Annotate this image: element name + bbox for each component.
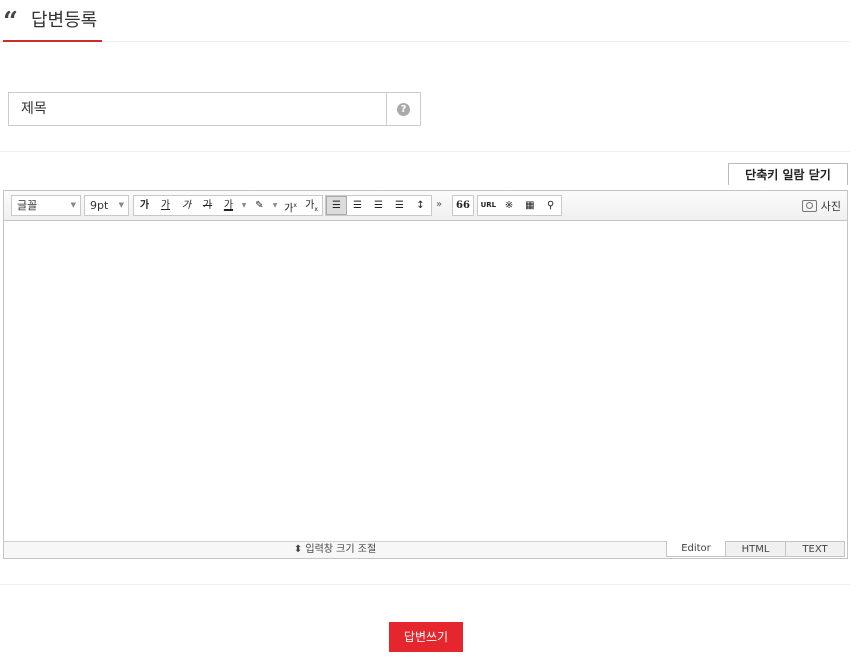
font-family-value: 글꼴 bbox=[17, 199, 38, 212]
resize-icon: ⬍ bbox=[293, 544, 306, 555]
align-justify-icon[interactable]: ☰ bbox=[389, 196, 410, 215]
text-format-group: 가 가 가 가 가 ▼ ✎ ▼ 가x 가x bbox=[133, 195, 323, 216]
subject-field: ? bbox=[8, 92, 421, 126]
editor: 글꼴 ▼ 9pt ▼ 가 가 가 가 가 ▼ ✎ ▼ 가x 가x ☰ ☰ ☰ ☰… bbox=[3, 190, 848, 559]
align-right-icon[interactable]: ☰ bbox=[368, 196, 389, 215]
quote-group: 66 bbox=[452, 195, 474, 216]
title-underline bbox=[3, 40, 102, 42]
tab-text[interactable]: TEXT bbox=[786, 541, 845, 557]
section-divider bbox=[0, 151, 850, 152]
section-divider bbox=[0, 584, 850, 585]
align-left-icon[interactable]: ☰ bbox=[326, 196, 347, 215]
editor-content-area[interactable] bbox=[4, 222, 847, 541]
help-icon[interactable]: ? bbox=[397, 103, 410, 116]
line-height-icon[interactable]: ↕ bbox=[410, 196, 431, 215]
blockquote-button[interactable]: 66 bbox=[453, 196, 473, 215]
chevron-down-icon[interactable]: ▼ bbox=[239, 196, 249, 215]
tab-editor[interactable]: Editor bbox=[666, 541, 726, 557]
photo-label: 사진 bbox=[820, 200, 841, 213]
subscript-button[interactable]: 가x bbox=[301, 196, 322, 215]
font-size-select[interactable]: 9pt ▼ bbox=[84, 195, 129, 216]
quote-icon: “ bbox=[3, 7, 18, 37]
more-button[interactable]: » bbox=[436, 199, 442, 210]
chevron-down-icon: ▼ bbox=[118, 201, 124, 209]
insert-group: URL ※ ▦ ⚲ bbox=[477, 195, 562, 216]
table-icon[interactable]: ▦ bbox=[520, 196, 541, 215]
chevron-down-icon: ▼ bbox=[70, 201, 76, 209]
link-button[interactable]: URL bbox=[478, 196, 499, 215]
photo-button[interactable]: 사진 bbox=[801, 198, 841, 214]
subscript-label: 가 bbox=[305, 200, 315, 211]
camera-icon bbox=[801, 200, 817, 212]
subject-divider bbox=[386, 93, 387, 125]
resize-handle[interactable]: ⬍ 입력창 크기 조절 bbox=[4, 541, 666, 558]
text-color-button[interactable]: 가 bbox=[218, 196, 239, 215]
italic-button[interactable]: 가 bbox=[176, 196, 197, 215]
bold-button[interactable]: 가 bbox=[134, 196, 155, 215]
strikethrough-button[interactable]: 가 bbox=[197, 196, 218, 215]
header-divider bbox=[0, 41, 850, 42]
superscript-button[interactable]: 가x bbox=[280, 196, 301, 215]
page-title: 답변등록 bbox=[31, 10, 98, 31]
shortcut-list-close-button[interactable]: 단축키 일람 닫기 bbox=[728, 163, 848, 185]
superscript-label: 가 bbox=[284, 203, 294, 215]
underline-button[interactable]: 가 bbox=[155, 196, 176, 215]
resize-label: 입력창 크기 조절 bbox=[305, 544, 377, 555]
font-family-select[interactable]: 글꼴 ▼ bbox=[11, 195, 81, 216]
align-group: ☰ ☰ ☰ ☰ ↕ bbox=[325, 195, 432, 216]
editor-toolbar: 글꼴 ▼ 9pt ▼ 가 가 가 가 가 ▼ ✎ ▼ 가x 가x ☰ ☰ ☰ ☰… bbox=[4, 191, 847, 221]
submit-reply-button[interactable]: 답변쓰기 bbox=[389, 622, 463, 652]
align-center-icon[interactable]: ☰ bbox=[347, 196, 368, 215]
tab-html[interactable]: HTML bbox=[726, 541, 786, 557]
subject-input[interactable] bbox=[9, 93, 387, 125]
chevron-down-icon[interactable]: ▼ bbox=[270, 196, 280, 215]
special-char-icon[interactable]: ※ bbox=[499, 196, 520, 215]
editor-mode-tabs: Editor HTML TEXT bbox=[666, 541, 847, 558]
highlight-icon[interactable]: ✎ bbox=[249, 196, 270, 215]
font-size-value: 9pt bbox=[90, 199, 109, 212]
search-icon[interactable]: ⚲ bbox=[540, 196, 561, 215]
